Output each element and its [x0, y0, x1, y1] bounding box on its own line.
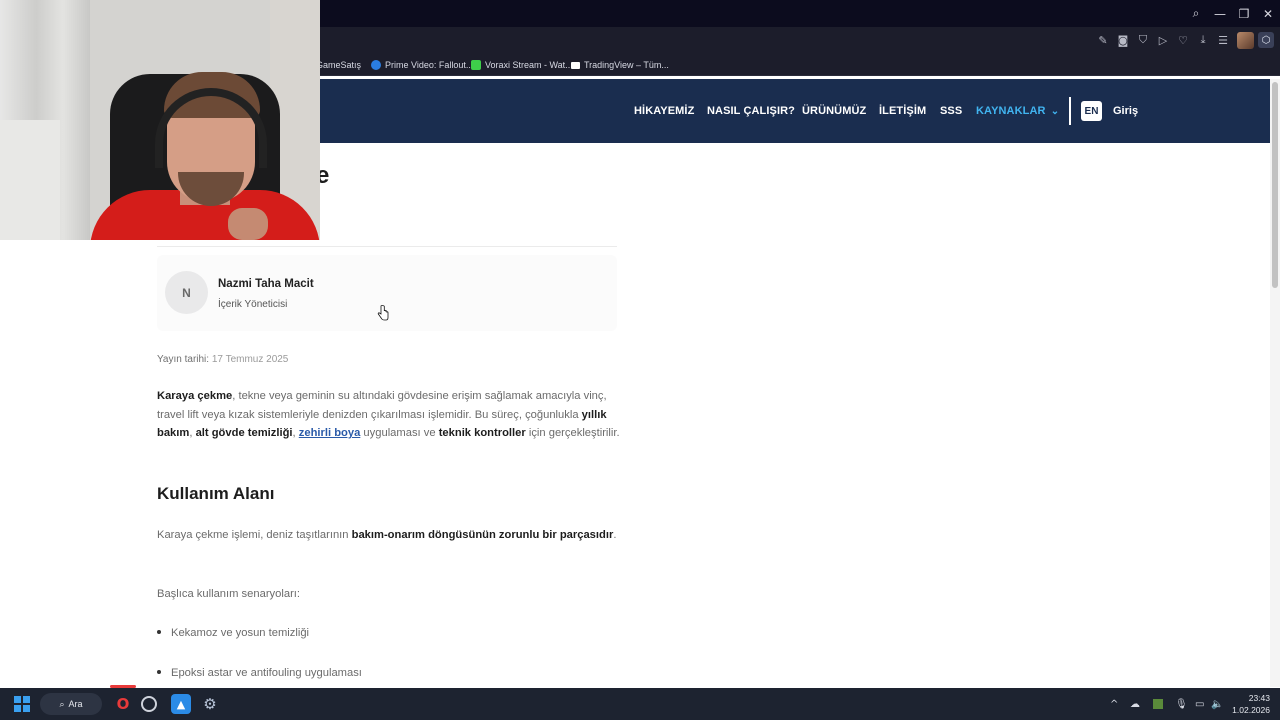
text: uygulaması ve — [360, 427, 439, 440]
browser-toolbar: ✎ ◙ ⛉ ▷ ♡ ⤓ ☰ ⬡ — [1093, 31, 1274, 49]
scenarios-label: Başlıca kullanım senaryoları: — [157, 588, 301, 600]
chevron-up-icon[interactable]: ^ — [1110, 696, 1118, 712]
search-icon: ⌕ — [59, 698, 65, 709]
download-icon[interactable]: ⤓ — [1193, 31, 1213, 49]
minimize-icon[interactable]: — — [1208, 0, 1232, 27]
nav-nasil-calisir[interactable]: NASIL ÇALIŞIR? — [707, 105, 795, 117]
shield-icon[interactable]: ⛉ — [1133, 31, 1153, 49]
scrollbar-thumb[interactable] — [1272, 82, 1278, 288]
bookmark-label: TradingView – Tüm... — [584, 60, 669, 70]
bullet-dot — [157, 670, 161, 675]
list-item: Kekamoz ve yosun temizliği — [157, 627, 309, 639]
bookmark-label: GameSatış — [316, 60, 362, 70]
photos-icon[interactable]: ▲ — [171, 694, 191, 714]
text: . — [613, 529, 617, 541]
intro-paragraph: Karaya çekme, tekne veya geminin su altı… — [157, 387, 622, 443]
taskbar — [0, 688, 1280, 720]
opera-icon[interactable]: O — [113, 694, 133, 714]
chrome-dev-icon[interactable] — [141, 696, 157, 712]
term-bakim-onarim: bakım-onarım döngüsünün zorunlu bir parç… — [351, 529, 614, 541]
publish-date-label: Yayın tarihi: — [157, 354, 210, 365]
usage-paragraph: Karaya çekme işlemi, deniz taşıtlarının … — [157, 526, 622, 545]
window-controls: ⌕ — ❐ ✕ — [1184, 0, 1280, 27]
author-role: İçerik Yöneticisi — [218, 299, 288, 310]
clock-date: 1.02.2026 — [1232, 705, 1270, 715]
text: Karaya çekme işlemi, deniz taşıtlarının — [157, 529, 352, 541]
camera-icon[interactable]: ◙ — [1113, 31, 1133, 49]
bookmark-gamesatis[interactable]: GameSatış — [316, 58, 361, 72]
volume-icon[interactable]: 🔈 — [1211, 696, 1223, 712]
extension-icon[interactable]: ⬡ — [1258, 32, 1274, 48]
language-button[interactable]: EN — [1081, 101, 1102, 121]
divider — [157, 246, 617, 247]
section-heading: Kullanım Alanı — [157, 484, 275, 503]
tradingview-icon — [571, 61, 580, 69]
list-item: Epoksi astar ve antifouling uygulaması — [157, 667, 362, 679]
display-icon[interactable]: ▭ — [1195, 696, 1204, 712]
menu-icon[interactable]: ☰ — [1213, 31, 1233, 49]
close-icon[interactable]: ✕ — [1256, 0, 1280, 27]
edit-icon[interactable]: ✎ — [1093, 31, 1113, 49]
bullet-dot — [157, 630, 161, 635]
active-app-indicator — [110, 685, 136, 688]
avatar: N — [165, 271, 208, 314]
settings-icon[interactable]: ⚙ — [200, 694, 220, 714]
nav-hikayemiz[interactable]: HİKAYEMİZ — [634, 105, 694, 117]
webcam-window — [0, 120, 60, 240]
nav-kaynaklar[interactable]: KAYNAKLAR ⌄ — [976, 105, 1059, 117]
hand-cursor-icon — [377, 305, 389, 321]
publish-date-value: 17 Temmuz 2025 — [211, 354, 289, 365]
nav-kaynaklar-label: KAYNAKLAR — [976, 105, 1046, 117]
list-item-text: Epoksi astar ve antifouling uygulaması — [171, 667, 362, 679]
windows-start-icon[interactable] — [14, 696, 30, 712]
login-link[interactable]: Giriş — [1113, 105, 1138, 117]
publish-date: Yayın tarihi: 17 Temmuz 2025 — [157, 354, 288, 365]
term-teknik-kontroller: teknik kontroller — [438, 427, 526, 440]
nav-iletisim[interactable]: İLETİŞİM — [879, 105, 926, 117]
taskbar-search[interactable]: ⌕ Ara — [40, 693, 102, 715]
webcam-overlay — [0, 0, 320, 240]
bookmark-label: Prime Video: Fallout... — [385, 60, 474, 70]
nav-divider — [1069, 97, 1071, 125]
taskbar-clock[interactable]: 23:43 1.02.2026 — [1232, 692, 1270, 716]
clock-time: 23:43 — [1248, 693, 1270, 703]
term-alt-govde: alt gövde temizliği — [195, 427, 293, 440]
term-karaya-cekme: Karaya çekme — [157, 390, 233, 402]
restore-icon[interactable]: ❐ — [1232, 0, 1256, 27]
bookmark-label: Voraxi Stream - Wat... — [485, 60, 573, 70]
taskbar-search-label: Ara — [68, 699, 83, 709]
zehirli-boya-link[interactable]: zehirli boya — [299, 427, 361, 439]
profile-avatar[interactable] — [1237, 31, 1254, 49]
heart-icon[interactable]: ♡ — [1173, 31, 1193, 49]
play-icon[interactable]: ▷ — [1153, 31, 1173, 49]
author-name: Nazmi Taha Macit — [218, 278, 314, 290]
text: için gerçekleştirilir. — [525, 427, 620, 440]
voraxi-icon — [471, 60, 481, 70]
nav-urunumuz[interactable]: ÜRÜNÜMÜZ — [802, 105, 866, 117]
nav-sss[interactable]: SSS — [940, 105, 962, 117]
prime-video-icon — [371, 60, 381, 70]
search-icon[interactable]: ⌕ — [1184, 0, 1208, 27]
chevron-down-icon: ⌄ — [1050, 106, 1060, 117]
list-item-text: Kekamoz ve yosun temizliği — [171, 627, 310, 639]
app-tray-icon[interactable] — [1153, 699, 1163, 709]
bookmark-voraxi[interactable]: Voraxi Stream - Wat... — [471, 58, 573, 72]
bookmark-prime-video[interactable]: Prime Video: Fallout... — [371, 58, 473, 72]
mic-icon[interactable]: 🎙 — [1175, 696, 1188, 712]
bookmark-tradingview[interactable]: TradingView – Tüm... — [571, 58, 669, 72]
webcam-hand — [228, 208, 268, 240]
onedrive-icon[interactable]: ☁ — [1130, 696, 1140, 712]
